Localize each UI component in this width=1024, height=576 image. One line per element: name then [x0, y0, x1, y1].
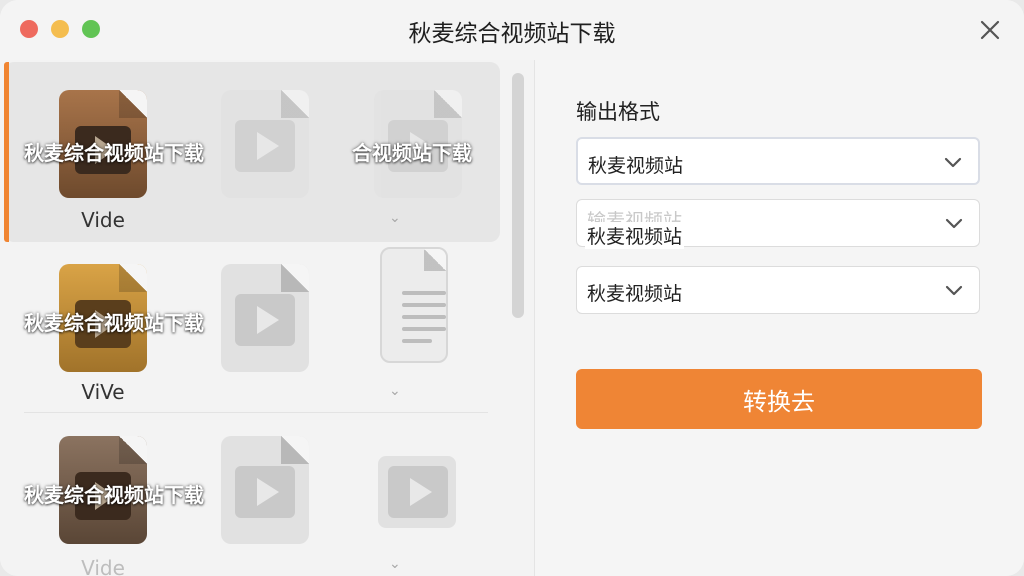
row-divider — [24, 412, 488, 413]
file-row[interactable]: 秋麦综合视频站下载 ViVe — [0, 242, 534, 414]
chevron-down-icon: ⌄ — [389, 383, 401, 399]
file-name: Vide — [81, 208, 125, 232]
destination-select[interactable]: 秋麦视频站 — [576, 266, 980, 314]
file-name: ViVe — [81, 380, 125, 404]
select-value: 秋麦视频站 — [588, 155, 684, 177]
video-file-icon — [221, 264, 309, 372]
file-list-panel: 秋麦综合视频站下载 合视频站下载 Vide ⌄ 秋麦综合视频站下载 ViVe ⌄ — [0, 60, 535, 576]
quality-select[interactable]: 输麦视频站 秋麦视频站 — [576, 199, 980, 249]
watermark-label: 合视频站下载 — [352, 141, 472, 165]
chevron-down-icon: ⌄ — [389, 556, 401, 572]
scrollbar[interactable] — [512, 73, 524, 318]
watermark-label: 秋麦综合视频站下载 — [24, 141, 204, 165]
chevron-down-icon — [945, 285, 963, 296]
convert-button[interactable]: 转换去 — [576, 369, 982, 429]
format-select[interactable]: 秋麦视频站 — [576, 137, 980, 185]
chevron-down-icon — [944, 157, 962, 168]
file-name: Vide — [81, 556, 125, 576]
chevron-down-icon — [945, 218, 963, 229]
file-row[interactable]: 秋麦综合视频站下载 Vide — [0, 414, 534, 576]
video-file-icon — [221, 90, 309, 198]
window-title: 秋麦综合视频站下载 — [408, 21, 616, 47]
video-thumbnail-icon — [378, 456, 456, 528]
close-icon[interactable] — [974, 14, 1006, 46]
select-value: 秋麦视频站 — [587, 283, 683, 305]
output-format-label: 输出格式 — [576, 100, 660, 124]
document-icon — [380, 247, 448, 363]
file-row[interactable]: 秋麦综合视频站下载 合视频站下载 Vide ⌄ — [0, 60, 534, 242]
watermark-label: 秋麦综合视频站下载 — [24, 483, 204, 507]
video-file-icon — [221, 436, 309, 544]
chevron-down-icon: ⌄ — [389, 210, 401, 226]
title-bar: 秋麦综合视频站下载 — [0, 0, 1024, 60]
select-value: 秋麦视频站 — [585, 222, 685, 249]
app-window: 秋麦综合视频站下载 秋麦综合视频站下载 合视频站下载 Vide ⌄ 秋麦综合视频… — [0, 0, 1024, 576]
watermark-label: 秋麦综合视频站下载 — [24, 311, 204, 335]
settings-panel: 输出格式 秋麦视频站 输麦视频站 秋麦视频站 秋麦视频站 转换去 — [535, 60, 1024, 576]
